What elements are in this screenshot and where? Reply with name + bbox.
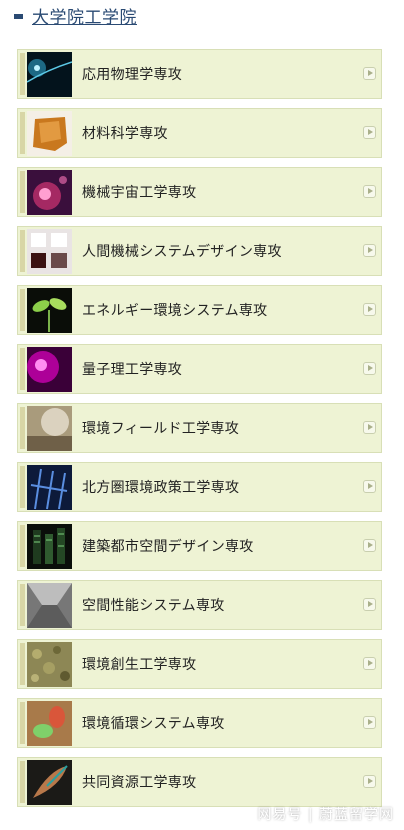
section-header: 大学院工学院 [14, 2, 137, 28]
section-title-link[interactable]: 大学院工学院 [32, 3, 137, 28]
recycle-thumbnail [27, 701, 72, 746]
item-label: エネルギー環境システム専攻 [82, 303, 268, 319]
arrow-right-icon [363, 775, 376, 788]
space-performance-thumbnail [27, 583, 72, 628]
department-item-recycle-system[interactable]: 環境循環システム専攻 [17, 698, 382, 748]
item-label: 応用物理学専攻 [82, 67, 183, 83]
eco-creation-thumbnail [27, 642, 72, 687]
department-item-materials-science[interactable]: 材料科学専攻 [17, 108, 382, 158]
arrow-right-icon [363, 539, 376, 552]
arrow-right-icon [363, 362, 376, 375]
arrow-right-icon [363, 67, 376, 80]
item-accent-bar [20, 761, 25, 803]
item-accent-bar [20, 171, 25, 213]
department-item-eco-creation[interactable]: 環境創生工学専攻 [17, 639, 382, 689]
arrow-right-icon [363, 716, 376, 729]
item-accent-bar [20, 643, 25, 685]
field-thumbnail [27, 406, 72, 451]
department-item-architecture[interactable]: 建築都市空間デザイン専攻 [17, 521, 382, 571]
item-label: 空間性能システム専攻 [82, 598, 225, 614]
watermark: 网易号 | 蔚蓝留学网 [257, 807, 394, 823]
item-accent-bar [20, 230, 25, 272]
item-label: 共同資源工学専攻 [82, 775, 197, 791]
human-machine-thumbnail [27, 229, 72, 274]
item-label: 機械宇宙工学専攻 [82, 185, 197, 201]
item-label: 環境フィールド工学専攻 [82, 421, 240, 437]
item-label: 材料科学専攻 [82, 126, 168, 142]
physics-thumbnail [27, 52, 72, 97]
resource-thumbnail [27, 760, 72, 805]
arrow-right-icon [363, 657, 376, 670]
material-thumbnail [27, 111, 72, 156]
department-item-energy-environment[interactable]: エネルギー環境システム専攻 [17, 285, 382, 335]
item-label: 量子理工学専攻 [82, 362, 183, 378]
arrow-right-icon [363, 303, 376, 316]
department-item-environmental-field[interactable]: 環境フィールド工学専攻 [17, 403, 382, 453]
item-accent-bar [20, 466, 25, 508]
item-accent-bar [20, 584, 25, 626]
department-item-human-machine[interactable]: 人間機械システムデザイン専攻 [17, 226, 382, 276]
arrow-right-icon [363, 598, 376, 611]
item-accent-bar [20, 53, 25, 95]
item-label: 環境循環システム専攻 [82, 716, 225, 732]
arrow-right-icon [363, 185, 376, 198]
item-label: 建築都市空間デザイン専攻 [82, 539, 254, 555]
space-thumbnail [27, 170, 72, 215]
quantum-thumbnail [27, 347, 72, 392]
department-item-space-performance[interactable]: 空間性能システム専攻 [17, 580, 382, 630]
department-item-mechanical-space[interactable]: 機械宇宙工学専攻 [17, 167, 382, 217]
department-item-applied-physics[interactable]: 応用物理学専攻 [17, 49, 382, 99]
item-accent-bar [20, 289, 25, 331]
department-item-northern-environment[interactable]: 北方圏環境政策工学専攻 [17, 462, 382, 512]
item-label: 北方圏環境政策工学専攻 [82, 480, 240, 496]
department-item-quantum[interactable]: 量子理工学専攻 [17, 344, 382, 394]
northern-thumbnail [27, 465, 72, 510]
item-accent-bar [20, 348, 25, 390]
item-accent-bar [20, 112, 25, 154]
header-bullet [14, 13, 23, 19]
item-label: 人間機械システムデザイン専攻 [82, 244, 282, 260]
arrow-right-icon [363, 126, 376, 139]
architecture-thumbnail [27, 524, 72, 569]
item-accent-bar [20, 407, 25, 449]
department-item-joint-resources[interactable]: 共同資源工学専攻 [17, 757, 382, 807]
item-accent-bar [20, 525, 25, 567]
item-accent-bar [20, 702, 25, 744]
energy-thumbnail [27, 288, 72, 333]
arrow-right-icon [363, 480, 376, 493]
arrow-right-icon [363, 421, 376, 434]
department-list: 応用物理学専攻 材料科学専攻 機械宇宙工学専攻 人間機械システムデザイン専攻 エ… [17, 49, 382, 816]
item-label: 環境創生工学専攻 [82, 657, 197, 673]
arrow-right-icon [363, 244, 376, 257]
